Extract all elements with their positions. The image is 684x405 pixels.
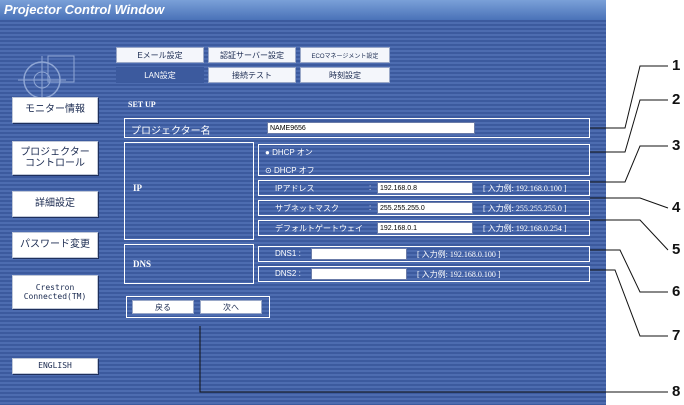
dns1-label: DNS1 : [275, 249, 301, 258]
dns2-row: DNS2 : [ 入力例: 192.168.0.100 ] [258, 266, 590, 282]
dhcp-on-radio[interactable]: ● DHCP オン [265, 147, 313, 158]
callout-5: 5 [672, 241, 681, 258]
dns-section-label-cell: DNS [124, 244, 254, 284]
dhcp-off-radio[interactable]: ⊙ DHCP オフ [265, 165, 315, 176]
default-gateway-row: デフォルトゲートウェイ 192.168.0.1 [ 入力例: 192.168.0… [258, 220, 590, 236]
ip-address-label: IPアドレス [275, 184, 315, 193]
back-button[interactable]: 戻る [132, 300, 194, 314]
projector-name-row: プロジェクター名 NAME9656 [124, 118, 590, 138]
main-content: Eメール設定 認証サーバー設定 ECOマネージメント設定 LAN設定 接続テスト… [108, 20, 606, 405]
sidebar-item-password-change[interactable]: パスワード変更 [12, 232, 98, 258]
dhcp-on-label: DHCP オン [272, 148, 313, 157]
dns2-example: [ 入力例: 192.168.0.100 ] [417, 270, 501, 279]
subnet-mask-label: サブネットマスク [275, 204, 339, 213]
tab-eco-management[interactable]: ECOマネージメント設定 [300, 47, 390, 63]
dhcp-options: ● DHCP オン ⊙ DHCP オフ [258, 144, 590, 176]
default-gateway-example: [ 入力例: 192.168.0.254 ] [483, 224, 567, 233]
ip-label: IP [133, 183, 142, 193]
projector-control-window: Projector Control Window モニター情報 プロジェクター … [0, 0, 606, 405]
callout-3: 3 [672, 137, 681, 154]
ip-address-input[interactable]: 192.168.0.8 [377, 182, 473, 194]
ip-address-row: IPアドレス : 192.168.0.8 [ 入力例: 192.168.0.10… [258, 180, 590, 196]
sidebar-item-detailed-settings[interactable]: 詳細設定 [12, 191, 98, 217]
sidebar-item-projector-control[interactable]: プロジェクター コントロール [12, 141, 98, 175]
sidebar-item-crestron[interactable]: Crestron Connected(TM) [12, 275, 98, 309]
dhcp-off-label: DHCP オフ [273, 166, 315, 175]
projector-name-label: プロジェクター名 [131, 126, 211, 137]
subnet-mask-input[interactable]: 255.255.255.0 [377, 202, 473, 214]
ip-address-colon: : [369, 183, 372, 192]
callout-8: 8 [672, 383, 681, 400]
default-gateway-label: デフォルトゲートウェイ [275, 224, 363, 233]
callout-1: 1 [672, 57, 681, 74]
subnet-mask-row: サブネットマスク : 255.255.255.0 [ 入力例: 255.255.… [258, 200, 590, 216]
projector-name-input[interactable]: NAME9656 [267, 122, 475, 134]
ip-address-example: [ 入力例: 192.168.0.100 ] [483, 184, 567, 193]
tab-auth-server[interactable]: 認証サーバー設定 [208, 47, 296, 63]
sidebar-item-english[interactable]: ENGLISH [12, 358, 98, 374]
sidebar: モニター情報 プロジェクター コントロール 詳細設定 パスワード変更 Crest… [0, 20, 108, 405]
tab-connection-test[interactable]: 接続テスト [208, 67, 296, 83]
callout-7: 7 [672, 327, 681, 344]
dns1-row: DNS1 : [ 入力例: 192.168.0.100 ] [258, 246, 590, 262]
ip-section-label-cell: IP [124, 142, 254, 240]
callout-2: 2 [672, 91, 681, 108]
sidebar-item-monitor-info[interactable]: モニター情報 [12, 97, 98, 123]
tab-time-settings[interactable]: 時刻設定 [300, 67, 390, 83]
callout-6: 6 [672, 283, 681, 300]
dns2-input[interactable] [311, 268, 407, 280]
next-button[interactable]: 次へ [200, 300, 262, 314]
tab-lan-settings[interactable]: LAN設定 [116, 67, 204, 83]
tab-email-settings[interactable]: Eメール設定 [116, 47, 204, 63]
subnet-mask-example: [ 入力例: 255.255.255.0 ] [483, 204, 567, 213]
subnet-mask-colon: : [369, 203, 372, 212]
dns1-input[interactable] [311, 248, 407, 260]
dns-label: DNS [133, 259, 152, 269]
dns2-label: DNS2 : [275, 269, 301, 278]
default-gateway-input[interactable]: 192.168.0.1 [377, 222, 473, 234]
callout-4: 4 [672, 199, 681, 216]
setup-heading: SET UP [128, 100, 156, 109]
window-title: Projector Control Window [0, 0, 606, 20]
dns1-example: [ 入力例: 192.168.0.100 ] [417, 250, 501, 259]
